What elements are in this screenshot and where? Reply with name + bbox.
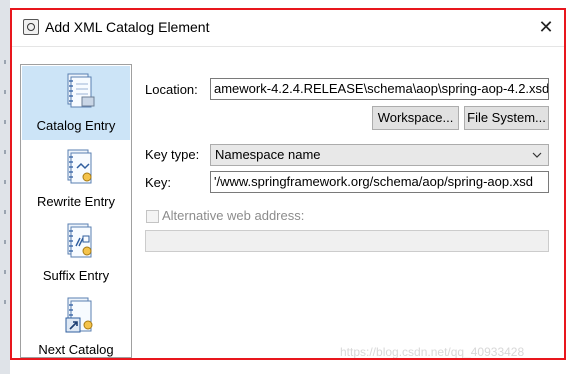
background-window-edge — [0, 0, 10, 374]
red-highlight-frame — [10, 8, 566, 360]
